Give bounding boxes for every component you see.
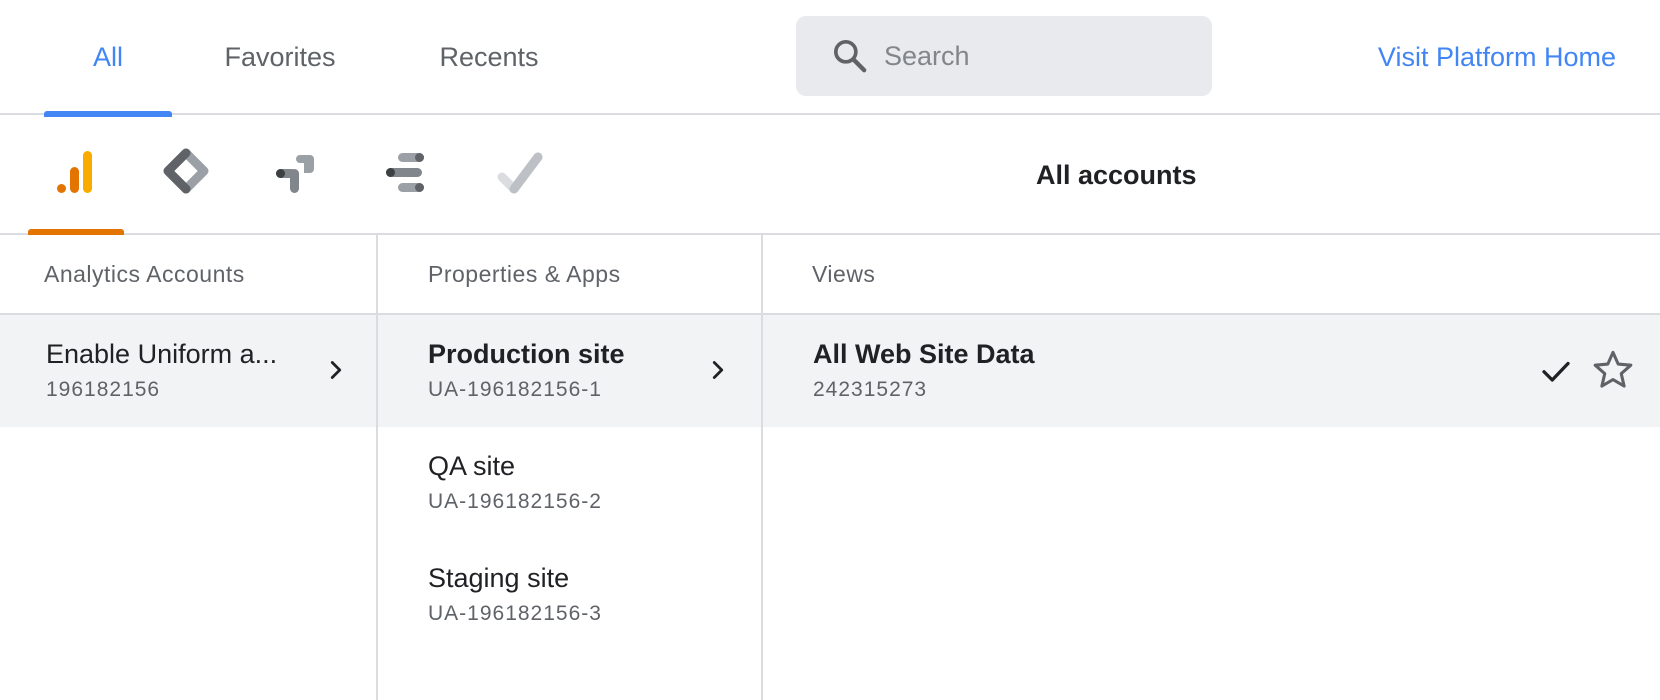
analytics-icon	[57, 151, 92, 193]
property-item[interactable]: Staging site UA-196182156-3	[378, 539, 761, 651]
tab-recents-label: Recents	[439, 42, 539, 72]
account-name: Enable Uniform a...	[46, 339, 278, 369]
property-item[interactable]: Production site UA-196182156-1	[378, 315, 761, 427]
tag-manager-icon	[163, 148, 209, 194]
data-studio-icon	[386, 153, 424, 192]
property-id: UA-196182156-1	[428, 378, 602, 401]
accounts-column: Analytics Accounts Enable Uniform a... 1…	[0, 235, 378, 700]
tab-recents[interactable]: Recents	[420, 0, 558, 115]
chevron-right-icon	[330, 361, 342, 379]
data-studio-product-button[interactable]	[378, 145, 434, 201]
optimize-icon	[276, 155, 314, 193]
tab-all-label: All	[92, 42, 123, 72]
properties-column: Properties & Apps Production site UA-196…	[378, 235, 763, 700]
product-switcher: All accounts	[0, 115, 1660, 235]
property-item[interactable]: QA site UA-196182156-2	[378, 427, 761, 539]
surveys-icon	[497, 152, 543, 194]
accounts-column-header: Analytics Accounts	[0, 235, 376, 315]
tab-all[interactable]: All	[44, 0, 172, 117]
tag-manager-product-button[interactable]	[158, 145, 214, 201]
property-name: QA site	[428, 451, 516, 481]
view-id: 242315273	[813, 378, 928, 401]
check-icon	[1542, 361, 1570, 382]
properties-column-header: Properties & Apps	[378, 235, 761, 315]
surveys-product-button[interactable]	[492, 145, 548, 201]
account-item[interactable]: Enable Uniform a... 196182156	[0, 315, 376, 427]
favorite-star-icon[interactable]	[1590, 347, 1636, 393]
tab-favorites[interactable]: Favorites	[200, 0, 360, 115]
tab-favorites-label: Favorites	[224, 42, 336, 72]
top-bar: All Favorites Recents Visit Platform Hom…	[0, 0, 1660, 117]
chevron-right-icon	[712, 361, 724, 379]
search-box[interactable]	[796, 16, 1212, 96]
visit-platform-home-link[interactable]: Visit Platform Home	[1378, 0, 1616, 115]
property-name: Production site	[428, 339, 625, 369]
analytics-product-button[interactable]	[50, 145, 106, 201]
property-name: Staging site	[428, 563, 570, 593]
view-name: All Web Site Data	[813, 339, 1035, 369]
account-id: 196182156	[46, 378, 161, 401]
views-column-header: Views	[763, 235, 1660, 315]
view-item[interactable]: All Web Site Data 242315273	[763, 315, 1660, 427]
scope-title: All accounts	[1036, 159, 1197, 190]
optimize-product-button[interactable]	[268, 145, 324, 201]
property-id: UA-196182156-2	[428, 490, 602, 513]
views-column: Views All Web Site Data 242315273	[763, 235, 1660, 700]
search-icon	[834, 40, 867, 73]
property-id: UA-196182156-3	[428, 602, 602, 625]
search-input[interactable]	[884, 16, 1194, 96]
